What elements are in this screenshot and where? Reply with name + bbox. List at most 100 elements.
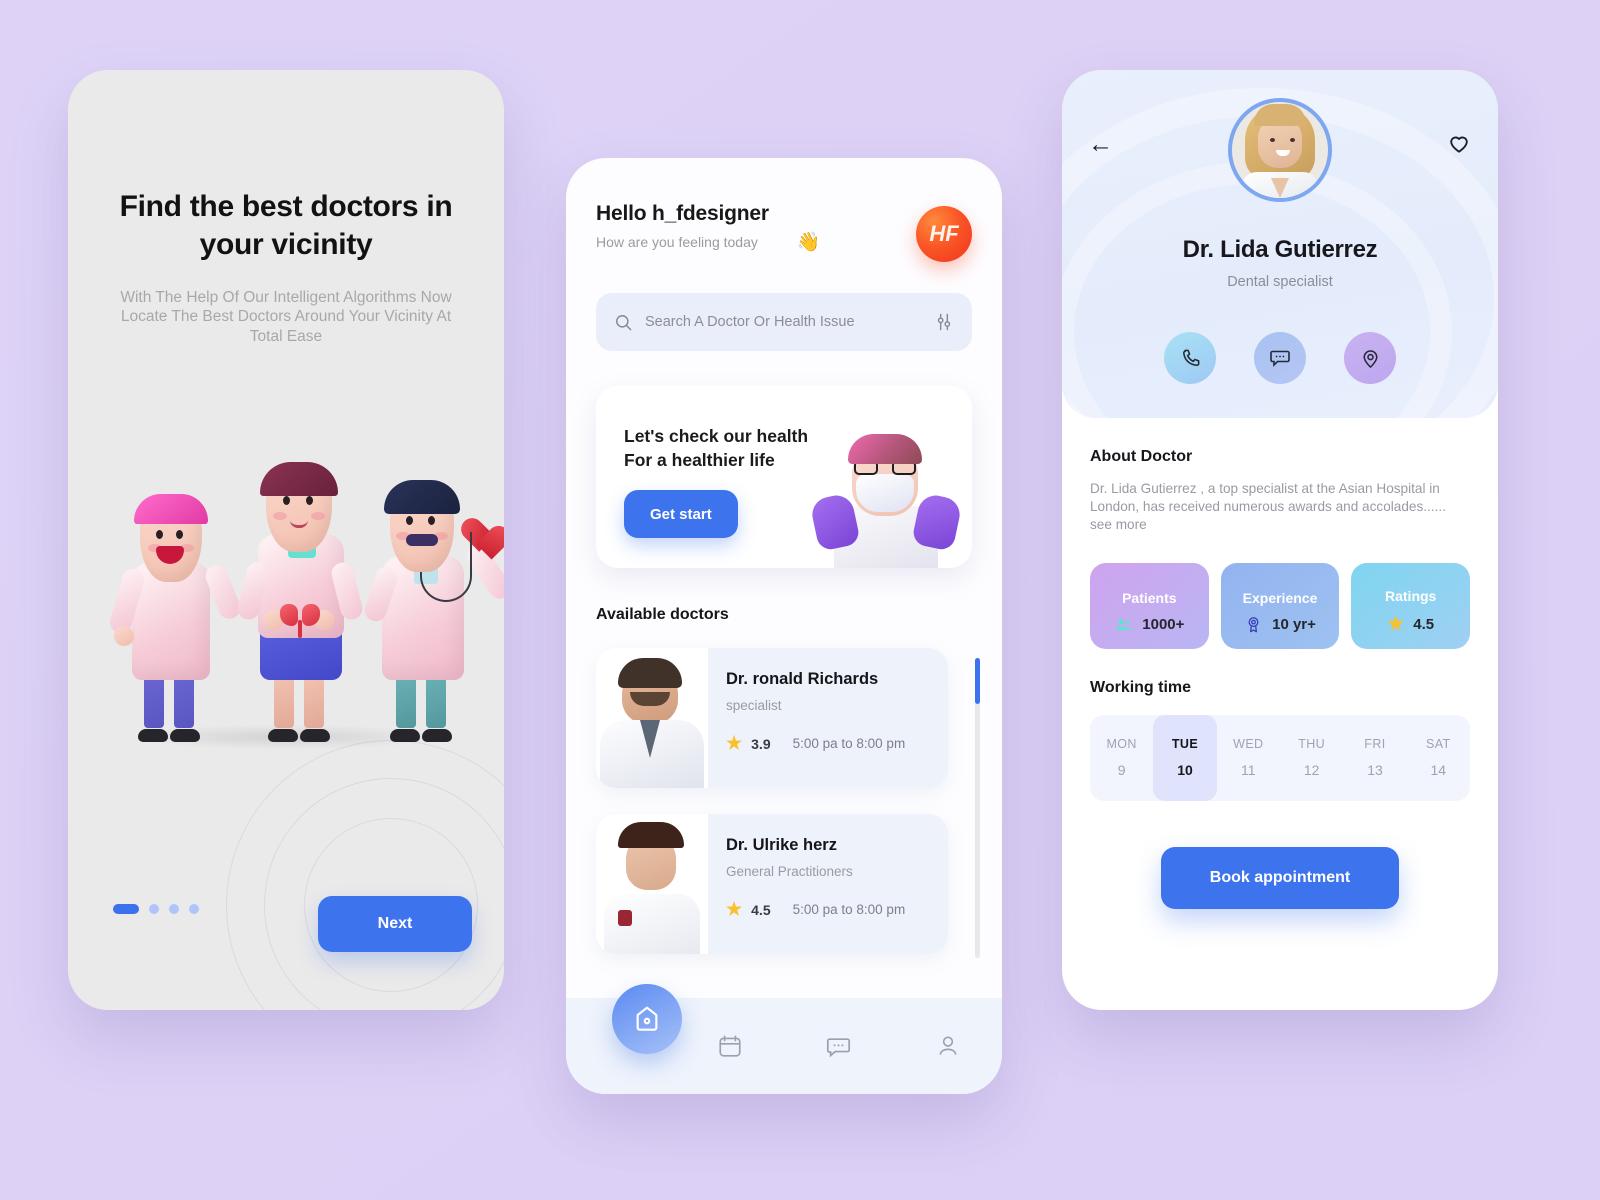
rating-value: 3.9 [751,735,771,752]
day-date: 13 [1367,762,1383,779]
character-mustache [356,460,504,742]
about-heading: About Doctor [1090,448,1193,465]
tab-messages[interactable] [784,1033,893,1060]
doctor-hours: 5:00 pa to 8:00 pm [792,736,906,751]
stat-value: 4.5 [1413,615,1435,633]
stat-experience: Experience 10 yr+ [1220,562,1340,649]
day-option-sat[interactable]: SAT 14 [1407,715,1470,801]
home-icon [631,1003,663,1035]
calendar-icon [717,1033,743,1059]
pagination-dot-4[interactable] [189,904,199,914]
doctor-specialty: General Practitioners [726,864,853,879]
character-brown [228,454,368,742]
tab-profile[interactable] [893,1033,1002,1059]
message-button[interactable] [1254,332,1306,384]
doctors-illustration [68,442,504,750]
doctor-photo [596,648,708,788]
greeting-label: Hello h_fdesigner [596,202,769,225]
doctor-name: Dr. ronald Richards [726,670,879,688]
day-option-mon[interactable]: MON 9 [1090,715,1153,801]
decorative-rings [226,740,504,1010]
promo-title: Let's check our health For a healthier l… [624,424,808,472]
profile-header: ← Dr. Lida Gutierrez Dental specialist [1062,70,1498,418]
doctor-profile-screen: ← Dr. Lida Gutierrez Dental specialist A… [1062,70,1498,1010]
promo-line-2: For a healthier life [624,450,775,471]
scrollbar-thumb[interactable] [975,658,980,704]
book-appointment-button[interactable]: Book appointment [1161,846,1399,909]
day-name: THU [1298,737,1326,752]
search-input[interactable] [645,314,934,330]
promo-doctor-illustration [806,408,966,568]
doctor-photo [596,814,708,954]
search-bar[interactable] [596,293,972,351]
search-icon [614,313,633,332]
onboarding-title: Find the best doctors in your vicinity [119,190,453,261]
pagination-dot-3[interactable] [169,904,179,914]
person-icon [935,1033,961,1059]
day-name: FRI [1364,737,1386,752]
filter-icon[interactable] [934,312,954,332]
stat-label: Patients [1122,589,1177,606]
stat-label: Ratings [1385,587,1437,604]
canvas: Find the best doctors in your vicinity W… [0,0,1600,1200]
available-doctors-heading: Available doctors [596,606,729,623]
stats-row: Patients 1000+ Experience 10 yr+ Ratings… [1090,562,1471,649]
day-name: SAT [1426,737,1451,752]
scrollbar[interactable] [975,658,980,958]
stat-label: Experience [1242,589,1318,606]
day-name: TUE [1171,737,1199,752]
stat-ratings: Ratings ★ 4.5 [1351,562,1471,649]
star-icon: ★ [1387,613,1405,635]
promo-line-1: Let's check our health [624,426,809,446]
doctor-card[interactable]: Dr. ronald Richards specialist ★ 3.9 5:0… [596,648,948,788]
stat-value: 10 yr+ [1272,615,1316,633]
get-start-button[interactable]: Get start [624,490,738,538]
stat-patients: Patients 1000+ [1090,562,1209,649]
star-icon: ★ [726,899,743,919]
day-option-thu[interactable]: THU 12 [1280,715,1343,801]
doctor-hours: 5:00 pa to 8:00 pm [792,902,906,917]
tab-home[interactable] [612,984,682,1054]
doctor-name: Dr. Lida Gutierrez [1182,236,1378,263]
profile-actions [1062,332,1498,384]
doctor-list: Dr. ronald Richards specialist ★ 3.9 5:0… [596,648,948,980]
day-date: 12 [1303,762,1320,779]
chat-icon [825,1033,852,1060]
pagination-dots[interactable] [113,904,199,914]
home-screen: Hello h_fdesigner 👋 How are you feeling … [566,158,1002,1094]
day-selector: MON 9 TUE 10 WED 11 THU 12 FRI 13 SAT 14 [1090,714,1470,801]
doctor-card[interactable]: Dr. Ulrike herz General Practitioners ★ … [596,814,948,954]
day-date: 10 [1177,762,1193,779]
working-time-heading: Working time [1090,678,1192,696]
location-button[interactable] [1344,332,1396,384]
waving-hand-icon: 👋 [768,202,849,282]
rating-value: 4.5 [751,901,771,918]
medal-icon [1244,615,1263,634]
doctor-rating: ★ 3.9 [726,733,771,754]
day-date: 9 [1117,762,1126,779]
user-avatar[interactable]: HF [916,206,972,262]
pagination-dot-1[interactable] [113,904,139,914]
day-option-tue[interactable]: TUE 10 [1153,714,1217,801]
day-name: MON [1106,737,1137,752]
pagination-dot-2[interactable] [149,904,159,914]
day-option-fri[interactable]: FRI 13 [1343,715,1406,801]
day-name: WED [1233,737,1264,752]
promo-banner: Let's check our health For a healthier l… [596,386,972,568]
favorite-heart-icon[interactable] [1446,130,1472,156]
day-option-wed[interactable]: WED 11 [1217,715,1280,801]
phone-icon [1179,347,1202,370]
onboarding-screen: Find the best doctors in your vicinity W… [68,70,504,1010]
greeting-text: Hello h_fdesigner 👋 [596,202,972,282]
call-button[interactable] [1164,332,1216,384]
star-icon: ★ [726,733,743,753]
about-text: Dr. Lida Gutierrez , a top specialist at… [1090,481,1446,533]
back-icon[interactable]: ← [1088,132,1113,157]
onboarding-subtitle: With The Help Of Our Intelligent Algorit… [120,289,452,345]
tab-calendar[interactable] [675,1033,784,1059]
location-pin-icon [1359,347,1382,370]
doctor-specialty: specialist [726,698,782,713]
day-date: 14 [1430,762,1447,779]
day-date: 11 [1241,762,1256,779]
next-button[interactable]: Next [318,896,472,952]
